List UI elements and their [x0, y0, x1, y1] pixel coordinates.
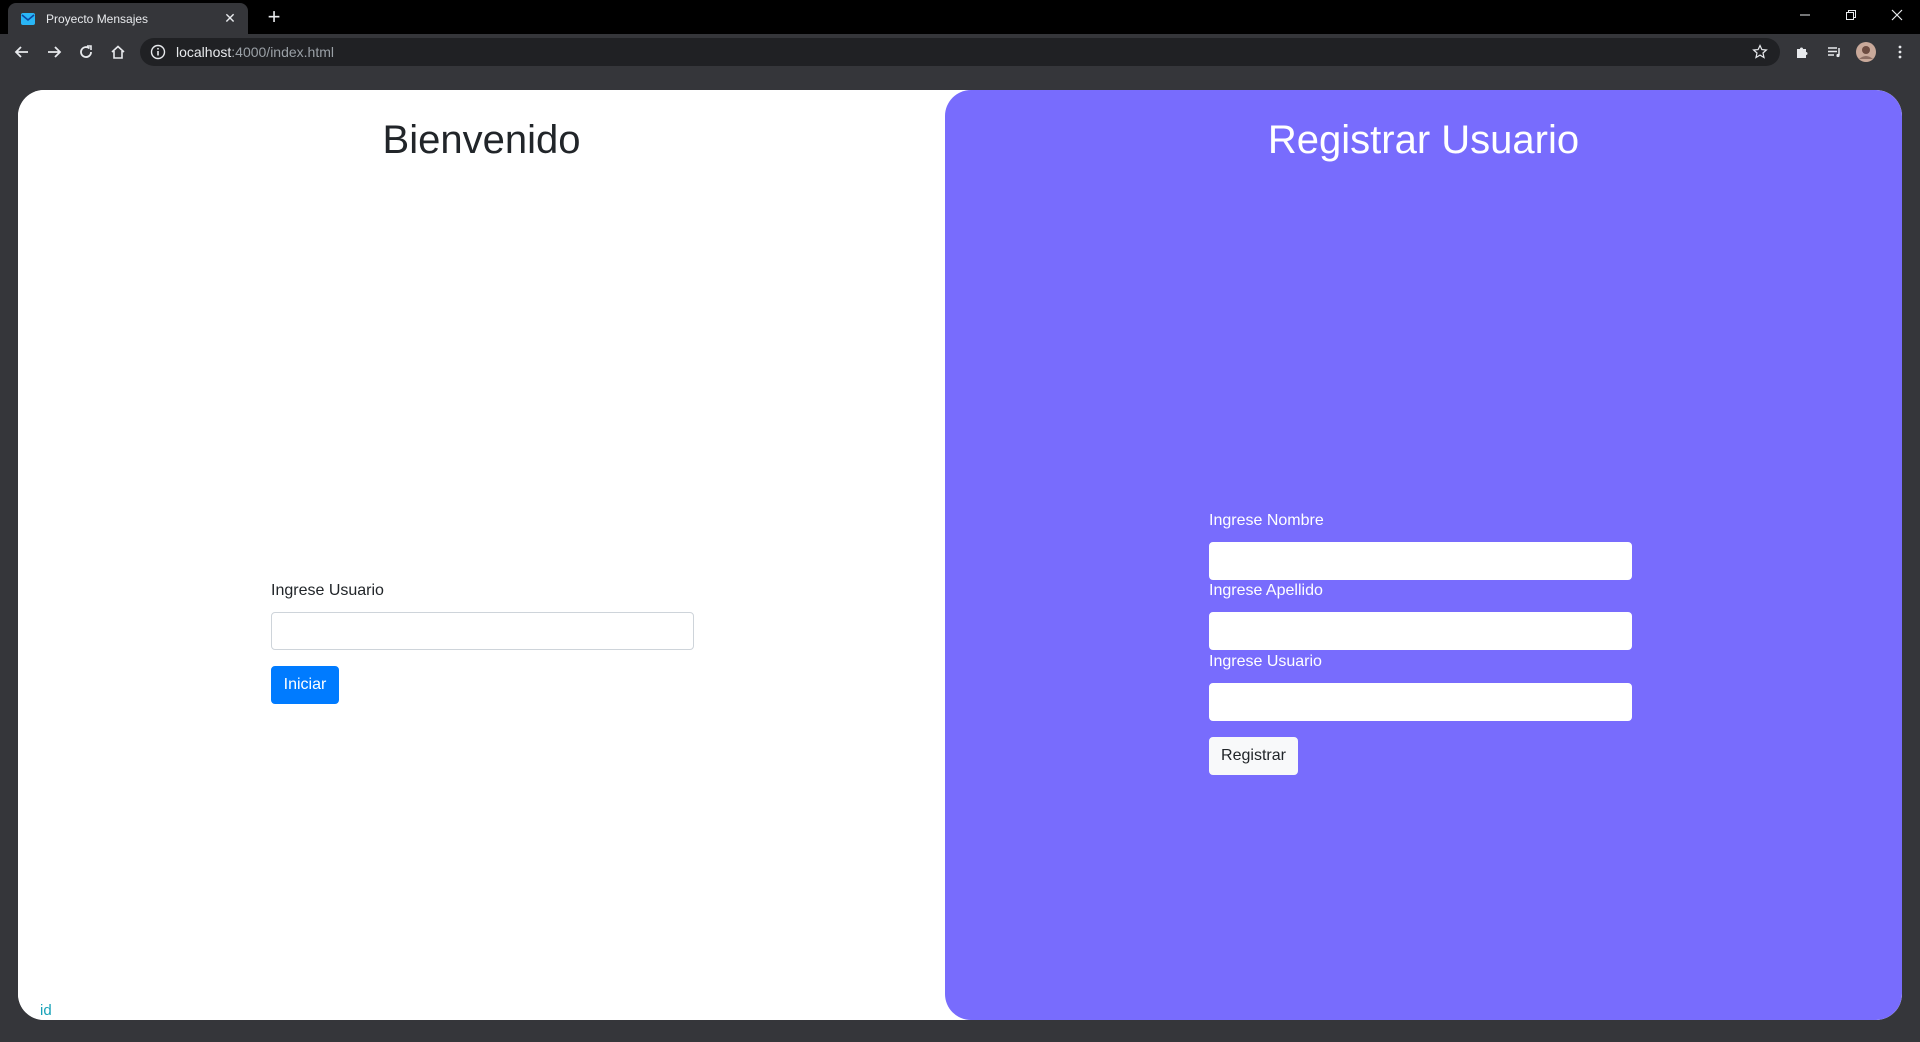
login-user-input[interactable] [271, 612, 694, 650]
address-bar[interactable]: localhost:4000/index.html [140, 38, 1780, 66]
restore-icon [1846, 10, 1856, 20]
page-viewport: Bienvenido Ingrese Usuario Iniciar id Re… [0, 70, 1920, 1042]
login-submit-button[interactable]: Iniciar [271, 666, 339, 704]
close-icon [1891, 9, 1903, 21]
register-surname-input[interactable] [1209, 612, 1632, 650]
login-title: Bienvenido [382, 118, 581, 162]
extensions-button[interactable] [1788, 38, 1816, 66]
back-button[interactable] [8, 38, 36, 66]
new-tab-button[interactable]: + [262, 6, 286, 30]
minimize-button[interactable] [1782, 0, 1828, 30]
info-icon[interactable] [150, 44, 166, 60]
close-window-button[interactable] [1874, 0, 1920, 30]
browser-tab[interactable]: Proyecto Mensajes ✕ [8, 3, 248, 34]
register-user-label: Ingrese Usuario [1209, 653, 1322, 670]
register-user-input[interactable] [1209, 683, 1632, 721]
forward-button[interactable] [40, 38, 68, 66]
profile-avatar[interactable] [1852, 38, 1880, 66]
puzzle-icon [1797, 47, 1808, 58]
url-path: :4000/index.html [231, 44, 334, 60]
reload-button[interactable] [72, 38, 100, 66]
browser-toolbar: localhost:4000/index.html [0, 34, 1920, 70]
register-title: Registrar Usuario [1267, 118, 1580, 162]
register-name-label: Ingrese Nombre [1209, 512, 1324, 529]
browser-menu-button[interactable] [1886, 38, 1914, 66]
site-favicon-icon [21, 12, 35, 25]
register-submit-button[interactable]: Registrar [1209, 737, 1298, 775]
arrow-right-icon [48, 46, 62, 58]
id-text: id [40, 1002, 52, 1019]
register-panel: Registrar Usuario Ingrese Nombre Ingrese… [945, 90, 1902, 1020]
minimize-icon [1800, 14, 1810, 16]
register-surname-label: Ingrese Apellido [1209, 582, 1323, 599]
tab-title: Proyecto Mensajes [46, 11, 149, 26]
url-host: localhost [176, 44, 232, 60]
tab-close-icon[interactable]: ✕ [222, 10, 238, 27]
reload-icon [80, 45, 92, 58]
home-button[interactable] [104, 38, 132, 66]
avatar-icon [1856, 42, 1876, 62]
browser-titlebar: Proyecto Mensajes ✕ + [0, 0, 1920, 34]
playlist-icon [1828, 47, 1840, 58]
media-control-button[interactable] [1820, 38, 1848, 66]
arrow-left-icon [14, 46, 28, 58]
restore-button[interactable] [1828, 0, 1874, 30]
more-vertical-icon [1898, 45, 1902, 59]
register-name-input[interactable] [1209, 542, 1632, 580]
login-user-label: Ingrese Usuario [271, 582, 384, 599]
login-panel: Bienvenido Ingrese Usuario Iniciar id [18, 90, 945, 1020]
main-card: Bienvenido Ingrese Usuario Iniciar id Re… [18, 90, 1902, 1020]
bookmark-star-icon[interactable] [1752, 44, 1768, 60]
home-icon [111, 45, 125, 59]
